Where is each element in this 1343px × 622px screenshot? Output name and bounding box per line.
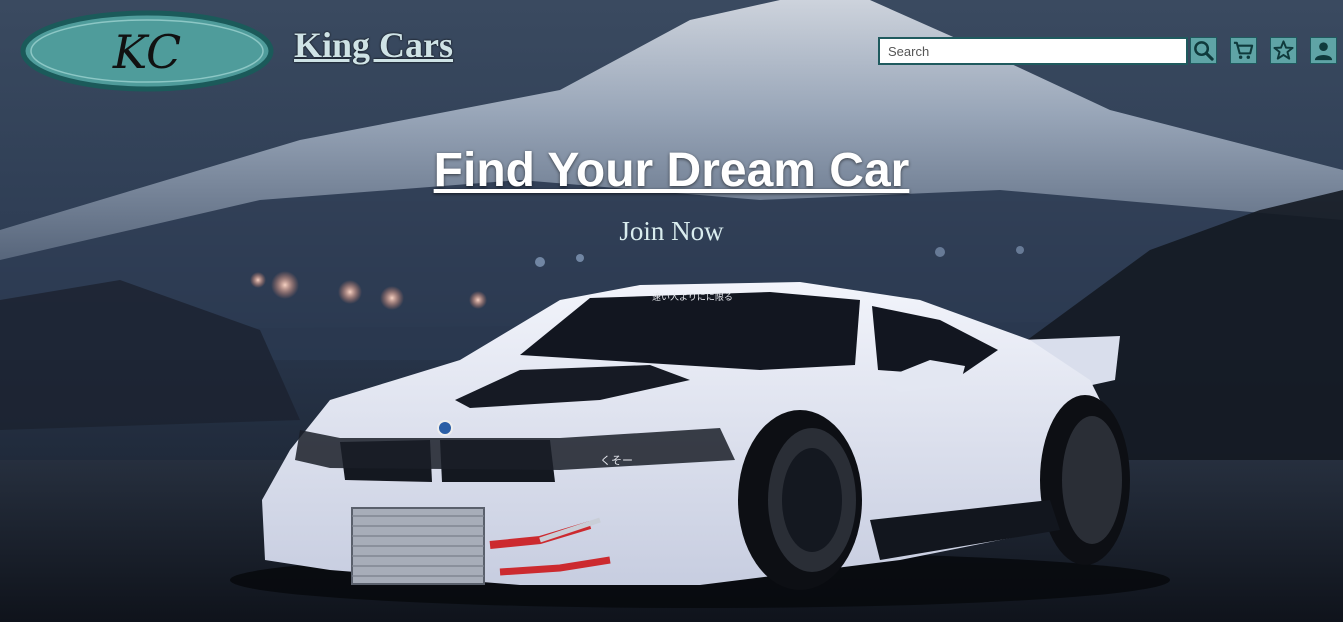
star-icon	[1273, 40, 1294, 60]
car-bumper-decal: くそー	[600, 454, 633, 467]
join-now-link[interactable]: Join Now	[0, 216, 1343, 247]
hero-headline: Find Your Dream Car	[433, 144, 910, 197]
cart-button[interactable]	[1230, 37, 1257, 64]
hero-section: 速い人よりにに限る くそー KC King Cars Search Find Y…	[0, 0, 1343, 622]
search-input[interactable]	[878, 37, 1188, 65]
account-button[interactable]	[1310, 37, 1337, 64]
cart-icon	[1233, 41, 1254, 59]
search-icon	[1194, 41, 1214, 61]
logo[interactable]: KC	[20, 10, 274, 92]
favorites-button[interactable]	[1270, 37, 1297, 64]
search-button[interactable]	[1190, 37, 1217, 64]
user-icon	[1314, 42, 1333, 61]
car-windshield-decal: 速い人よりにに限る	[652, 292, 733, 303]
brand-name-link[interactable]: King Cars	[294, 24, 453, 66]
logo-monogram: KC	[112, 25, 181, 79]
logo-emblem: KC	[20, 10, 274, 92]
hero-background-image: 速い人よりにに限る くそー	[0, 0, 1343, 622]
